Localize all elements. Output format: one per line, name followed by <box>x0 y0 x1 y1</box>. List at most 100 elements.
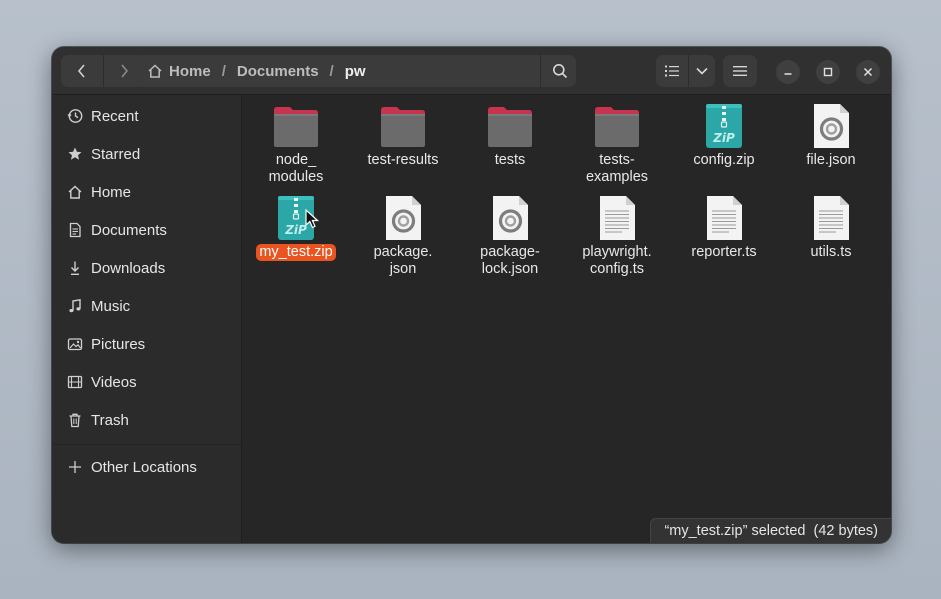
sidebar-item-label: Other Locations <box>91 458 197 476</box>
view-toggle-group <box>656 55 715 87</box>
search-button[interactable] <box>543 55 576 87</box>
selection-status-text: “my_test.zip” selected (42 bytes) <box>664 523 878 539</box>
text-file-icon <box>707 196 742 240</box>
chevron-left-icon <box>77 64 85 78</box>
maximize-button[interactable] <box>816 60 840 84</box>
download-icon <box>66 259 84 277</box>
json-file-icon <box>386 196 421 240</box>
file-item-node-modules[interactable]: node_ modules <box>242 101 350 186</box>
text-file-icon <box>814 196 849 240</box>
list-view-icon <box>665 65 680 77</box>
mouse-cursor-icon <box>305 209 319 229</box>
file-item-tests[interactable]: tests <box>456 101 564 169</box>
clock-icon <box>66 107 84 125</box>
sidebar-item-pictures[interactable]: Pictures <box>52 326 241 362</box>
file-view: node_ modules test-results tests tests- … <box>242 95 891 543</box>
star-icon <box>66 145 84 163</box>
sidebar-item-trash[interactable]: Trash <box>52 402 241 438</box>
file-item-my-test-zip[interactable]: ZiP my_test.zip <box>242 193 350 261</box>
text-file-icon <box>600 196 635 240</box>
sidebar-item-label: Home <box>91 183 132 201</box>
video-icon <box>66 373 84 391</box>
plus-icon <box>66 458 84 476</box>
sidebar-item-label: Music <box>91 297 131 315</box>
path-bar: Home / Documents / pw <box>137 55 575 87</box>
file-item-utils-ts[interactable]: utils.ts <box>777 193 885 261</box>
view-options-button[interactable] <box>688 55 715 87</box>
breadcrumb-documents[interactable]: Documents <box>237 63 319 80</box>
file-item-config-zip[interactable]: ZiP config.zip <box>670 101 778 169</box>
list-view-button[interactable] <box>656 55 688 87</box>
file-label: package- lock.json <box>480 244 540 277</box>
folder-icon <box>381 107 425 147</box>
file-label: tests- examples <box>585 152 649 185</box>
chevron-right-icon <box>121 64 129 78</box>
file-item-package-json[interactable]: package. json <box>349 193 457 278</box>
folder-icon <box>595 107 639 147</box>
sidebar-item-label: Recent <box>91 107 139 125</box>
svg-text:ZiP: ZiP <box>712 131 735 145</box>
close-button[interactable] <box>856 60 880 84</box>
close-icon <box>863 67 873 77</box>
header-bar: Home / Documents / pw <box>52 47 891 95</box>
sidebar-item-recent[interactable]: Recent <box>52 98 241 134</box>
sidebar-item-label: Trash <box>91 411 129 429</box>
json-file-icon <box>814 104 849 148</box>
file-label: utils.ts <box>810 244 852 260</box>
json-file-icon <box>493 196 528 240</box>
file-label: playwright. config.ts <box>582 244 652 277</box>
maximize-icon <box>823 67 833 77</box>
status-bar: “my_test.zip” selected (42 bytes) <box>650 518 891 543</box>
trash-icon <box>66 411 84 429</box>
file-item-package-lock-json[interactable]: package- lock.json <box>456 193 564 278</box>
file-label: my_test.zip <box>256 244 336 261</box>
navigation-buttons <box>61 55 145 87</box>
back-button[interactable] <box>61 55 103 87</box>
file-item-playwright-config-ts[interactable]: playwright. config.ts <box>563 193 671 278</box>
file-item-test-results[interactable]: test-results <box>349 101 457 169</box>
sidebar-item-videos[interactable]: Videos <box>52 364 241 400</box>
file-item-reporter-ts[interactable]: reporter.ts <box>670 193 778 261</box>
file-label: test-results <box>367 152 439 168</box>
sidebar-item-label: Documents <box>91 221 167 239</box>
home-crumb-icon <box>147 63 163 79</box>
sidebar-item-downloads[interactable]: Downloads <box>52 250 241 286</box>
document-icon <box>66 221 84 239</box>
picture-icon <box>66 335 84 353</box>
sidebar-divider <box>52 444 241 445</box>
folder-icon <box>274 107 318 147</box>
breadcrumb-separator: / <box>329 62 334 80</box>
zip-archive-icon: ZiP <box>706 104 742 148</box>
file-label: file.json <box>806 152 856 168</box>
music-icon <box>66 297 84 315</box>
file-label: node_ modules <box>268 152 324 185</box>
svg-text:ZiP: ZiP <box>284 223 307 237</box>
breadcrumb-home[interactable]: Home <box>169 63 211 80</box>
file-item-tests-examples[interactable]: tests- examples <box>563 101 671 186</box>
sidebar-item-home[interactable]: Home <box>52 174 241 210</box>
file-item-file-json[interactable]: file.json <box>777 101 885 169</box>
sidebar-item-label: Starred <box>91 145 141 163</box>
breadcrumb-separator: / <box>221 62 226 80</box>
hamburger-icon <box>733 66 747 76</box>
sidebar-item-music[interactable]: Music <box>52 288 241 324</box>
sidebar-item-starred[interactable]: Starred <box>52 136 241 172</box>
search-icon <box>552 64 567 79</box>
sidebar-item-label: Pictures <box>91 335 146 353</box>
file-label: package. json <box>373 244 433 277</box>
file-label: reporter.ts <box>691 244 757 260</box>
main-menu-button[interactable] <box>723 55 757 87</box>
folder-icon <box>488 107 532 147</box>
sidebar-item-label: Downloads <box>91 259 166 277</box>
sidebar: Recent Starred Home Documents Downloads … <box>52 95 242 543</box>
file-label: tests <box>494 152 526 168</box>
minimize-button[interactable] <box>776 60 800 84</box>
sidebar-item-other-locations[interactable]: Other Locations <box>52 449 241 485</box>
chevron-down-icon <box>696 67 708 75</box>
file-manager-window: Home / Documents / pw Recent Starred Hom… <box>52 47 891 543</box>
minimize-icon <box>784 73 792 75</box>
file-label: config.zip <box>693 152 755 168</box>
sidebar-item-documents[interactable]: Documents <box>52 212 241 248</box>
breadcrumb-pw[interactable]: pw <box>345 63 366 80</box>
sidebar-item-label: Videos <box>91 373 137 391</box>
